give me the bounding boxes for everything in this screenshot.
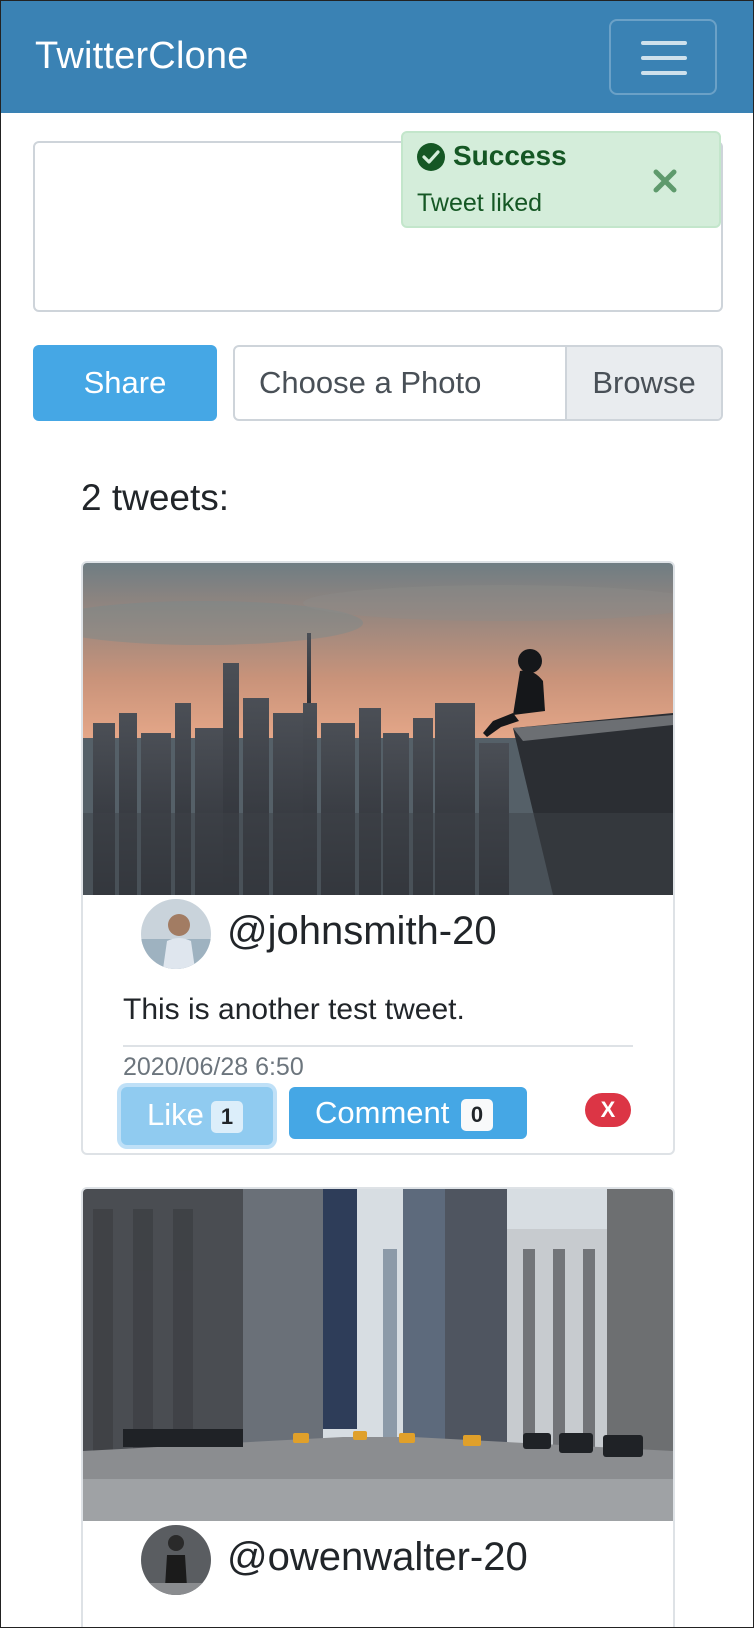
tweet-text: This is another test tweet. [123, 993, 465, 1026]
like-count-badge: 1 [211, 1101, 243, 1133]
brand-link[interactable]: TwitterClone [35, 35, 249, 78]
comment-count-badge: 0 [461, 1099, 493, 1131]
user-avatar[interactable] [141, 1525, 211, 1595]
hamburger-menu-icon [641, 71, 687, 75]
user-handle[interactable]: @owenwalter-20 [227, 1535, 528, 1580]
photo-file-input[interactable]: Choose a Photo Browse [233, 345, 723, 421]
like-label: Like [147, 1097, 204, 1132]
toast-title: Success [453, 140, 567, 171]
tweet-image [83, 1189, 673, 1521]
comment-button[interactable]: Comment 0 [289, 1087, 527, 1139]
toast-message: Tweet liked [417, 189, 543, 217]
tweet-card: @johnsmith-20 This is another test tweet… [81, 561, 675, 1155]
delete-tweet-button[interactable]: X [585, 1093, 631, 1127]
menu-toggle-button[interactable] [609, 19, 717, 95]
app-frame: TwitterClone Success Tweet liked Share C… [0, 0, 754, 1628]
browse-button[interactable]: Browse [565, 347, 721, 419]
navbar: TwitterClone [1, 1, 753, 113]
tweet-card: @owenwalter-20 [81, 1187, 675, 1627]
comment-label: Comment [315, 1095, 450, 1130]
user-avatar[interactable] [141, 899, 211, 969]
like-button[interactable]: Like 1 [121, 1087, 273, 1145]
check-circle-icon [417, 143, 445, 171]
divider [123, 1045, 633, 1047]
tweet-timestamp: 2020/06/28 6:50 [123, 1053, 304, 1081]
photo-input-placeholder: Choose a Photo [259, 365, 482, 400]
hamburger-menu-icon [641, 41, 687, 45]
share-button[interactable]: Share [33, 345, 217, 421]
user-handle[interactable]: @johnsmith-20 [227, 909, 497, 954]
close-icon[interactable] [647, 163, 683, 199]
hamburger-menu-icon [641, 56, 687, 60]
success-toast: Success Tweet liked [401, 131, 721, 228]
tweet-count: 2 tweets: [81, 477, 230, 518]
tweet-image [83, 563, 673, 895]
